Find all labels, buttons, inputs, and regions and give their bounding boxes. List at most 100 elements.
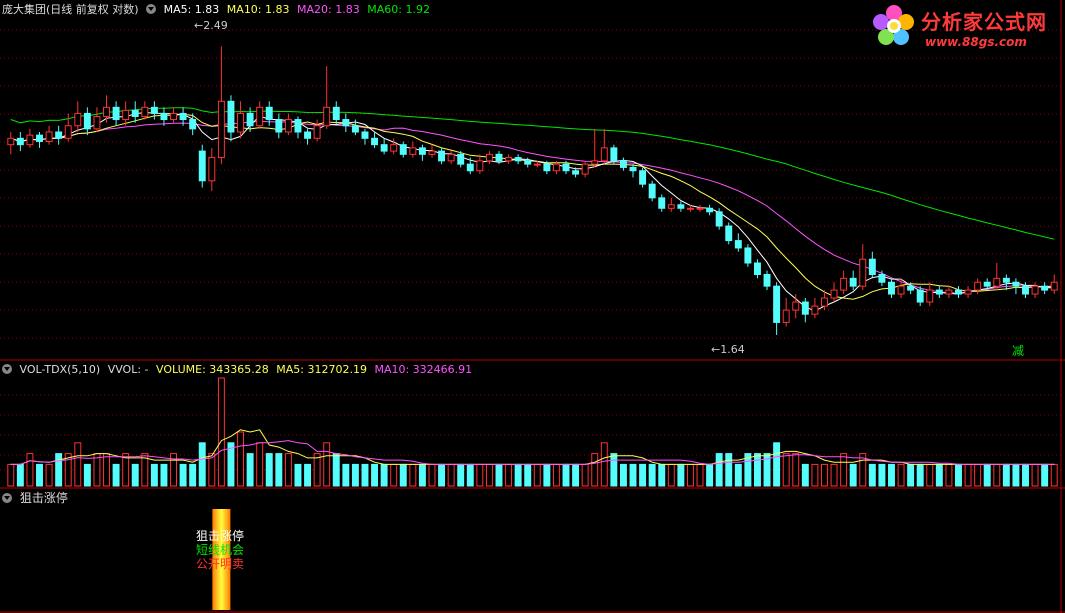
volume-bar — [907, 463, 915, 487]
candle — [466, 163, 474, 172]
candle — [380, 144, 388, 152]
volume-bar — [533, 463, 541, 487]
volume-bar — [600, 442, 608, 487]
indicator-label-limit-up: 狙击涨停 — [196, 529, 245, 543]
candle — [83, 112, 91, 130]
candle — [418, 147, 426, 155]
volume-bar — [1012, 463, 1020, 487]
candle — [964, 289, 972, 295]
volume-bar — [792, 453, 800, 487]
candle — [572, 170, 580, 175]
candle — [122, 109, 130, 121]
candle — [763, 273, 771, 287]
volume-bar — [246, 453, 254, 487]
volume-bar — [485, 463, 493, 487]
candle — [1031, 285, 1039, 295]
volume-bar — [1002, 463, 1010, 487]
candle — [141, 106, 149, 117]
indicator-header: 狙击涨停 — [2, 491, 72, 505]
main-chart-header: 庞大集团(日线 前复权 对数) MA5: 1.83 MA10: 1.83 MA2… — [2, 3, 434, 17]
candle — [878, 273, 886, 283]
volume-bar — [466, 463, 474, 487]
volume-bar — [275, 453, 283, 487]
volume-bar — [983, 463, 991, 487]
candle — [390, 144, 398, 152]
candle — [629, 166, 637, 172]
volume-ma10-value: MA10: 332466.91 — [374, 363, 473, 376]
candle — [801, 301, 809, 315]
volume-bar — [888, 463, 895, 487]
volume-bar — [753, 453, 761, 487]
volume-bar — [323, 442, 331, 487]
candle — [725, 225, 733, 242]
candle — [112, 106, 120, 121]
volume-bar — [74, 442, 82, 487]
dropdown-icon[interactable] — [2, 364, 12, 374]
candle — [351, 125, 359, 133]
volume-ma10-line — [10, 440, 1055, 465]
candle — [868, 258, 876, 275]
candle — [907, 285, 915, 291]
candle — [686, 207, 694, 210]
indicator-label-sell: 公开明卖 — [196, 557, 245, 571]
candle — [476, 160, 484, 172]
candle — [792, 301, 800, 311]
candle — [955, 289, 962, 295]
candle — [993, 277, 1001, 287]
candle — [897, 285, 905, 295]
candle — [409, 147, 417, 155]
candle — [706, 207, 714, 213]
volume-bar — [332, 453, 340, 487]
candle — [888, 281, 895, 295]
candle — [313, 125, 321, 139]
candle — [103, 106, 110, 117]
ma60-line — [10, 107, 1055, 240]
volume-bar — [897, 463, 905, 487]
volume-bar — [667, 463, 675, 487]
dropdown-icon[interactable] — [146, 4, 157, 14]
candle — [505, 157, 513, 162]
volume-bar — [686, 463, 694, 487]
candle — [237, 112, 244, 133]
volume-bar — [179, 463, 187, 487]
candle — [658, 197, 666, 209]
candle — [1002, 277, 1010, 283]
candle — [945, 289, 953, 295]
low-price-label: ←1.64 — [711, 343, 745, 356]
volume-bar — [227, 442, 235, 487]
volume-bar — [26, 453, 34, 487]
candle — [189, 119, 197, 130]
volume-bar — [150, 463, 158, 487]
volume-bar — [658, 463, 666, 487]
candle — [208, 157, 216, 182]
candle — [753, 262, 761, 275]
volume-bar — [438, 463, 446, 487]
candle — [179, 112, 187, 121]
candle — [438, 150, 446, 162]
volume-bar — [935, 463, 943, 487]
candle — [514, 157, 522, 162]
candle — [811, 305, 819, 315]
candle — [55, 131, 63, 139]
volume-bar — [122, 453, 130, 487]
volume-bar — [447, 463, 455, 487]
dropdown-icon[interactable] — [2, 493, 12, 503]
candle — [543, 163, 551, 172]
volume-bar — [572, 463, 580, 487]
candle — [36, 134, 43, 142]
volume-bar — [399, 463, 407, 487]
volume-bar — [505, 463, 513, 487]
volume-bar — [926, 463, 934, 487]
ma20-line — [10, 120, 1055, 294]
volume-bar — [189, 463, 197, 487]
volume-bar — [734, 463, 742, 487]
volume-bar — [16, 463, 24, 487]
volume-bar — [55, 453, 63, 487]
volume-bar — [543, 463, 551, 487]
volume-bar — [313, 453, 321, 487]
candle — [275, 119, 283, 133]
candle — [304, 131, 312, 139]
candle — [1041, 285, 1049, 291]
candle — [983, 281, 991, 287]
candle — [217, 100, 225, 159]
